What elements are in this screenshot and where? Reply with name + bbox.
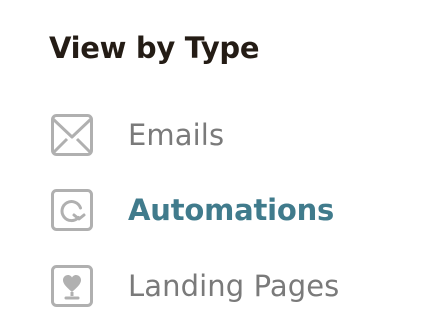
type-item-label: Emails: [128, 118, 225, 152]
type-item-landing-pages[interactable]: Landing Pages: [49, 262, 339, 310]
automation-icon: [49, 187, 95, 233]
type-item-label: Landing Pages: [128, 269, 340, 303]
type-item-label: Automations: [128, 193, 335, 227]
type-item-emails[interactable]: Emails: [49, 111, 224, 159]
landing-page-icon: [49, 263, 95, 309]
view-by-type-panel: View by Type Emails Automations Landing …: [0, 0, 438, 334]
envelope-icon: [49, 112, 95, 158]
type-item-automations[interactable]: Automations: [49, 186, 334, 234]
panel-heading: View by Type: [49, 31, 260, 65]
